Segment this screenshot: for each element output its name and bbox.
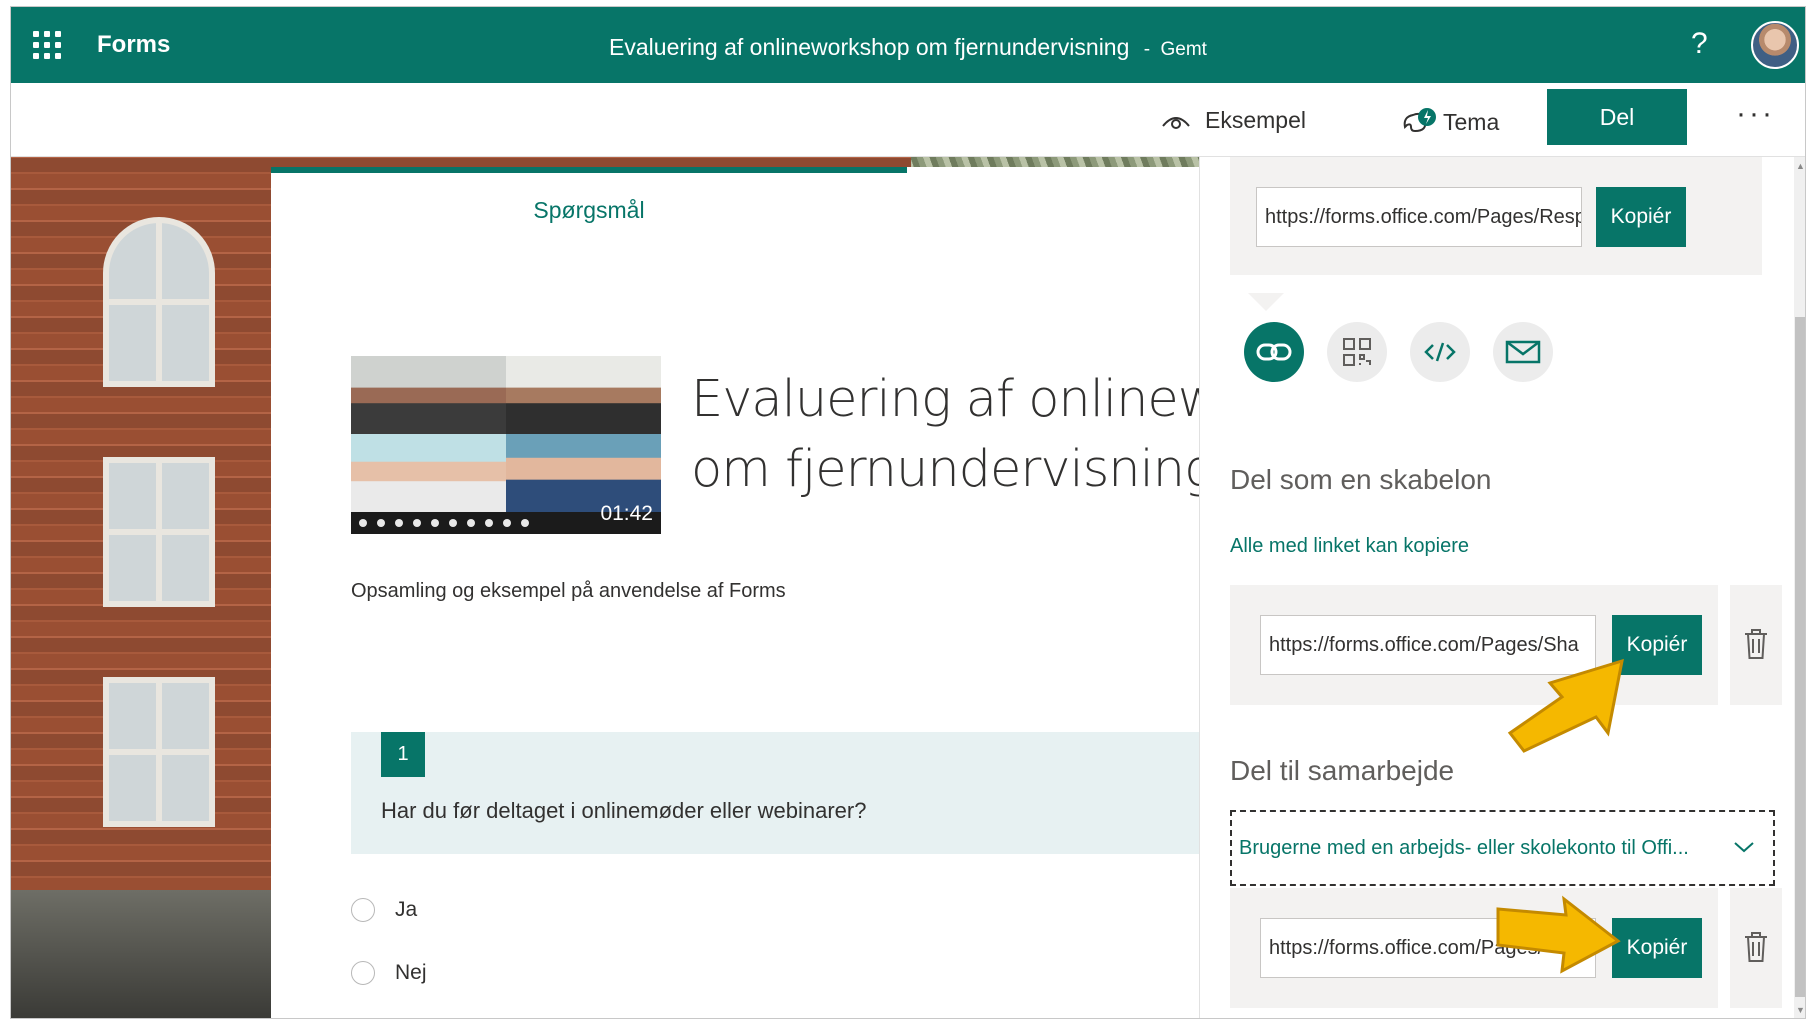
form-title-line-2: om fjernundervisning bbox=[691, 440, 1211, 499]
link-icon[interactable] bbox=[1244, 322, 1304, 382]
qr-code-icon[interactable] bbox=[1327, 322, 1387, 382]
form-title[interactable]: Evaluering af onlinew om fjernundervisni… bbox=[691, 365, 1211, 505]
trash-icon[interactable] bbox=[1742, 930, 1770, 964]
radio-circle-icon[interactable] bbox=[351, 898, 375, 922]
avatar[interactable] bbox=[1751, 21, 1799, 69]
embed-icon[interactable] bbox=[1410, 322, 1470, 382]
preview-label: Eksempel bbox=[1205, 107, 1306, 133]
video-duration: 01:42 bbox=[600, 502, 653, 525]
collab-link-box: https://forms.office.com/Pages/ Kopiér bbox=[1230, 888, 1718, 1008]
question-text: Har du før deltaget i onlinemøder eller … bbox=[381, 798, 867, 823]
toolbar: Eksempel Tema Del ··· bbox=[11, 83, 1805, 157]
option-radio[interactable]: Ja bbox=[351, 898, 417, 922]
highlight-arrow-icon bbox=[1496, 895, 1621, 974]
preview-button[interactable]: Eksempel bbox=[1161, 107, 1306, 134]
collab-section-title: Del til samarbejde bbox=[1230, 755, 1455, 786]
saved-status: Gemt bbox=[1160, 39, 1207, 60]
video-thumbnail[interactable]: 01:42 bbox=[351, 356, 661, 534]
option-radio[interactable]: Nej bbox=[351, 961, 427, 985]
template-section-title: Del som en skabelon bbox=[1230, 464, 1492, 495]
highlight-arrow-icon bbox=[1507, 658, 1624, 753]
theme-icon bbox=[1403, 108, 1436, 133]
top-bar: Forms Evaluering af onlineworkshop om fj… bbox=[11, 7, 1805, 83]
share-button[interactable]: Del bbox=[1547, 89, 1687, 145]
question-card[interactable]: 1 Har du før deltaget i onlinemøder elle… bbox=[351, 732, 1211, 854]
form-card: Spørgsmål 01:42 Evaluering af onlinew om… bbox=[271, 167, 1211, 1018]
template-delete-box bbox=[1730, 585, 1782, 705]
document-title: Evaluering af onlineworkshop om fjernund… bbox=[11, 34, 1805, 61]
option-label: Nej bbox=[395, 961, 427, 984]
more-options-icon[interactable]: ··· bbox=[1736, 97, 1775, 131]
share-panel: https://forms.office.com/Pages/Respon Ko… bbox=[1199, 157, 1794, 1018]
mail-icon[interactable] bbox=[1493, 322, 1553, 382]
form-title-line-1: Evaluering af onlinew bbox=[691, 370, 1211, 429]
copy-response-link-button[interactable]: Kopiér bbox=[1596, 187, 1686, 247]
collab-delete-box bbox=[1730, 888, 1782, 1008]
scrollbar[interactable]: ▲ ▼ bbox=[1794, 157, 1805, 1018]
radio-circle-icon[interactable] bbox=[351, 961, 375, 985]
question-number: 1 bbox=[381, 732, 425, 777]
form-description[interactable]: Opsamling og eksempel på anvendelse af F… bbox=[351, 580, 786, 603]
forms-window: Forms Evaluering af onlineworkshop om fj… bbox=[10, 6, 1806, 1019]
tab-indicator bbox=[271, 167, 907, 173]
collab-permission-value: Brugerne med en arbejds- eller skolekont… bbox=[1239, 837, 1689, 859]
tab-questions[interactable]: Spørgsmål bbox=[271, 197, 907, 224]
scroll-down-icon[interactable]: ▼ bbox=[1795, 1005, 1805, 1016]
template-permission-link[interactable]: Alle med linket kan kopiere bbox=[1230, 535, 1469, 558]
eye-icon bbox=[1162, 116, 1190, 129]
scrollbar-thumb[interactable] bbox=[1795, 317, 1805, 997]
document-title-text[interactable]: Evaluering af onlineworkshop om fjernund… bbox=[609, 34, 1129, 60]
help-icon[interactable]: ? bbox=[1691, 27, 1708, 61]
chevron-down-icon bbox=[1733, 812, 1755, 884]
option-label: Ja bbox=[395, 898, 418, 921]
template-link-box: https://forms.office.com/Pages/Sha Kopié… bbox=[1230, 585, 1718, 705]
building-window bbox=[103, 677, 215, 827]
selection-caret bbox=[1248, 293, 1284, 311]
scroll-up-icon[interactable]: ▲ bbox=[1795, 161, 1805, 172]
building-window bbox=[103, 217, 215, 387]
street-image bbox=[11, 890, 273, 1018]
theme-button[interactable]: Tema bbox=[1401, 107, 1499, 137]
response-link-input[interactable]: https://forms.office.com/Pages/Respon bbox=[1256, 187, 1582, 247]
title-separator: - bbox=[1143, 39, 1151, 60]
trash-icon[interactable] bbox=[1742, 627, 1770, 661]
theme-label: Tema bbox=[1443, 108, 1500, 135]
building-window bbox=[103, 457, 215, 607]
response-link-box: https://forms.office.com/Pages/Respon Ko… bbox=[1230, 157, 1762, 275]
collab-permission-dropdown[interactable]: Brugerne med en arbejds- eller skolekont… bbox=[1230, 810, 1775, 886]
